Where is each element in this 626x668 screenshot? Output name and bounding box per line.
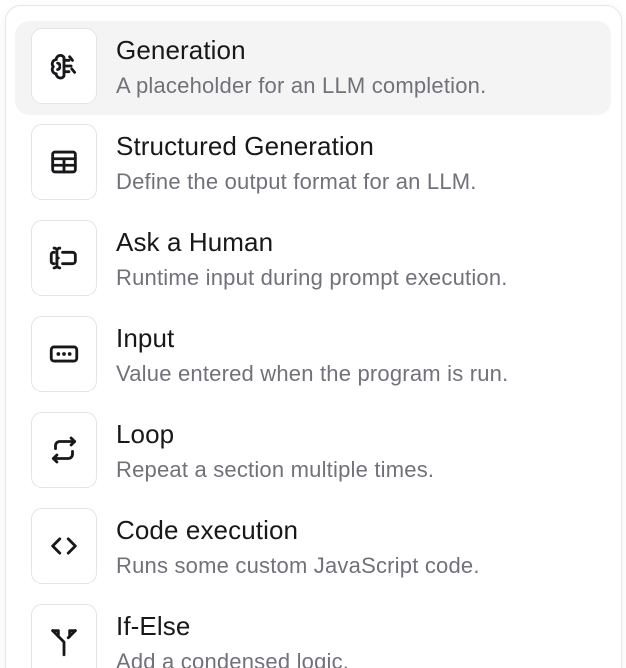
page: Generation A placeholder for an LLM comp… xyxy=(0,0,626,668)
menu-item-title: Loop xyxy=(116,419,175,449)
split-icon xyxy=(31,604,97,668)
menu-item-description: Add a condensed logic. xyxy=(116,649,350,668)
block-type-menu: Generation A placeholder for an LLM comp… xyxy=(5,5,622,668)
code-icon xyxy=(31,508,97,584)
menu-item-description: Repeat a section multiple times. xyxy=(116,457,435,482)
text-cursor-input-icon xyxy=(31,220,97,296)
repeat-icon xyxy=(31,412,97,488)
menu-item-code-execution[interactable]: Code execution Runs some custom JavaScri… xyxy=(15,501,611,595)
menu-item-title: If-Else xyxy=(116,611,191,641)
menu-item-description: A placeholder for an LLM completion. xyxy=(116,73,487,98)
table-icon xyxy=(31,124,97,200)
menu-item-ask-a-human[interactable]: Ask a Human Runtime input during prompt … xyxy=(15,213,611,307)
menu-item-title: Structured Generation xyxy=(116,131,374,161)
menu-item-title: Ask a Human xyxy=(116,227,274,257)
menu-item-loop[interactable]: Loop Repeat a section multiple times. xyxy=(15,405,611,499)
menu-item-if-else[interactable]: If-Else Add a condensed logic. xyxy=(15,597,611,668)
menu-item-title: Generation xyxy=(116,35,246,65)
menu-item-description: Runtime input during prompt execution. xyxy=(116,265,508,290)
menu-item-generation[interactable]: Generation A placeholder for an LLM comp… xyxy=(15,21,611,115)
input-box-icon xyxy=(31,316,97,392)
menu-item-structured-generation[interactable]: Structured Generation Define the output … xyxy=(15,117,611,211)
menu-item-description: Define the output format for an LLM. xyxy=(116,169,477,194)
menu-item-description: Value entered when the program is run. xyxy=(116,361,509,386)
menu-item-title: Code execution xyxy=(116,515,299,545)
menu-item-title: Input xyxy=(116,323,175,353)
menu-item-description: Runs some custom JavaScript code. xyxy=(116,553,480,578)
brain-icon xyxy=(31,28,97,104)
menu-item-input[interactable]: Input Value entered when the program is … xyxy=(15,309,611,403)
